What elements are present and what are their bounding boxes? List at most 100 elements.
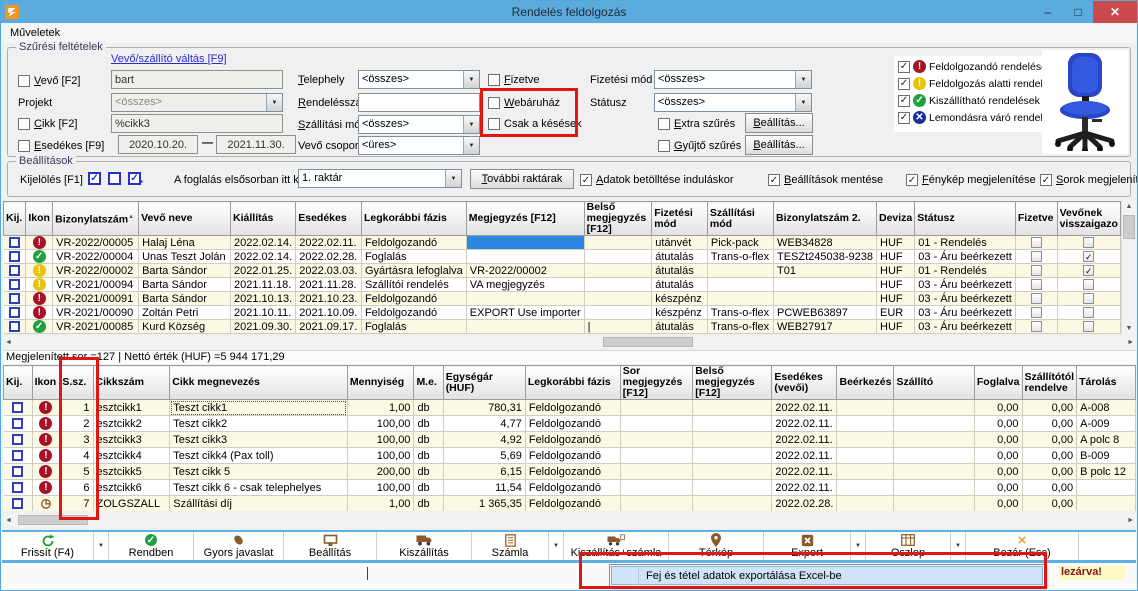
export-menu-item[interactable]: Fej és tétel adatok exportálása Excel-be bbox=[611, 566, 1043, 585]
settings-checkbox[interactable] bbox=[768, 174, 780, 186]
row-select-checkbox[interactable] bbox=[12, 450, 23, 461]
legend-checkbox[interactable] bbox=[898, 95, 910, 107]
select-none-checkbox[interactable] bbox=[108, 172, 121, 185]
select-all-checkbox[interactable]: ✓ bbox=[88, 172, 101, 185]
item-row[interactable]: !1esztcikk1Teszt cikk11,00db780,31Feldol… bbox=[4, 400, 1136, 416]
chevron-down-icon[interactable]: ▼ bbox=[463, 71, 479, 88]
chevron-down-icon[interactable]: ▼ bbox=[463, 137, 479, 154]
megjegyzes-cell[interactable] bbox=[466, 236, 584, 250]
megjegyzes-cell[interactable]: EXPORT Use importer bbox=[466, 306, 584, 320]
item-row[interactable]: !3esztcikk3Teszt cikk3100,00db4,92Feldol… bbox=[4, 432, 1136, 448]
toolbar-button-be-ll-t-s[interactable]: Beállítás bbox=[284, 532, 377, 560]
column-header[interactable]: Fizetve bbox=[1015, 202, 1057, 236]
item-row[interactable]: !6esztcikk6Teszt cikk 6 - csak telephely… bbox=[4, 480, 1136, 496]
row-select-checkbox[interactable] bbox=[12, 402, 23, 413]
toolbar-button-t-rk-p[interactable]: Térkép bbox=[669, 532, 764, 560]
belso-megjegyzes-cell[interactable] bbox=[693, 416, 772, 432]
column-header[interactable]: Esedékes bbox=[296, 202, 362, 236]
scrollbar-thumb[interactable] bbox=[603, 337, 693, 347]
settings-checkbox[interactable] bbox=[906, 174, 918, 186]
column-header[interactable]: Fizetési mód bbox=[652, 202, 708, 236]
column-header[interactable]: Szállítótól rendelve bbox=[1022, 366, 1077, 400]
megjegyzes-cell[interactable]: VR-2022/00002 bbox=[466, 264, 584, 278]
esedekes-checkbox[interactable] bbox=[18, 140, 30, 152]
scrollbar-thumb[interactable] bbox=[1123, 215, 1135, 239]
toolbar-button-gyors-javaslat[interactable]: Gyors javaslat bbox=[194, 532, 284, 560]
toolbar-button-bez-r-esc-[interactable]: ×Bezár (Esc) bbox=[966, 532, 1079, 560]
scroll-up-icon[interactable]: ▲ bbox=[1122, 203, 1136, 210]
sor-megjegyzes-cell[interactable] bbox=[620, 432, 692, 448]
row-select-checkbox[interactable] bbox=[9, 321, 20, 332]
chevron-down-icon[interactable]: ▼ bbox=[445, 170, 461, 187]
column-header[interactable]: Szállító bbox=[894, 366, 974, 400]
row-select-checkbox[interactable] bbox=[12, 418, 23, 429]
megjegyzes-cell[interactable] bbox=[466, 292, 584, 306]
column-header[interactable]: Státusz bbox=[915, 202, 1016, 236]
megnevezes-cell[interactable]: Teszt cikk 6 - csak telephelyes bbox=[170, 480, 348, 496]
column-header[interactable]: Ikon bbox=[26, 202, 53, 236]
settings-checkbox[interactable] bbox=[1040, 174, 1052, 186]
vevo-checkbox[interactable] bbox=[18, 75, 30, 87]
settings-checkbox[interactable] bbox=[580, 174, 592, 186]
minimize-button[interactable]: – bbox=[1033, 1, 1063, 23]
fizetesi-mod-dropdown[interactable]: <összes> ▼ bbox=[654, 70, 812, 89]
chevron-down-icon[interactable]: ▼ bbox=[795, 71, 811, 88]
belso-megjegyzes-cell[interactable] bbox=[584, 236, 652, 250]
item-row[interactable]: ◷7ZOLGSZALLSzállítási díj1,00db1 365,35F… bbox=[4, 496, 1136, 512]
row-select-checkbox[interactable] bbox=[9, 265, 20, 276]
close-button[interactable]: ✕ bbox=[1093, 1, 1137, 23]
legend-checkbox[interactable] bbox=[898, 78, 910, 90]
column-header[interactable]: Bizonylatszám 2. bbox=[773, 202, 876, 236]
column-header[interactable]: Kij. bbox=[4, 366, 33, 400]
chevron-down-icon[interactable]: ▼ bbox=[266, 94, 282, 111]
row-select-checkbox[interactable] bbox=[12, 466, 23, 477]
item-row[interactable]: !2esztcikk2Teszt cikk2100,00db4,77Feldol… bbox=[4, 416, 1136, 432]
order-row[interactable]: !VR-2022/00002Barta Sándor2022.01.25.202… bbox=[4, 264, 1121, 278]
column-header[interactable]: Belső megjegyzés [F12] bbox=[693, 366, 772, 400]
cikk-checkbox[interactable] bbox=[18, 118, 30, 130]
fizetve-checkbox[interactable] bbox=[1031, 251, 1042, 262]
items-horizontal-scrollbar[interactable]: ◄ ► bbox=[3, 514, 1136, 527]
esedekes-from-input[interactable] bbox=[118, 135, 198, 154]
belso-megjegyzes-cell[interactable] bbox=[584, 250, 652, 264]
visszaigazolva-checkbox[interactable] bbox=[1083, 237, 1094, 248]
gyujto-szures-settings-button[interactable]: Beállítás... bbox=[745, 135, 813, 155]
row-select-checkbox[interactable] bbox=[12, 434, 23, 445]
megnevezes-cell[interactable]: Teszt cikk2 bbox=[170, 416, 348, 432]
column-header[interactable]: Foglalva bbox=[974, 366, 1022, 400]
column-header[interactable]: Legkorábbi fázis bbox=[525, 366, 620, 400]
csak-kesesek-checkbox[interactable] bbox=[488, 118, 500, 130]
column-header[interactable]: Bizonylatszám▲ bbox=[53, 202, 139, 236]
toolbar-button-kisz-ll-t-s[interactable]: Kiszállítás bbox=[377, 532, 472, 560]
projekt-dropdown[interactable]: <összes> ▼ bbox=[111, 93, 283, 112]
column-header[interactable]: Kij. bbox=[4, 202, 26, 236]
belso-megjegyzes-cell[interactable] bbox=[693, 400, 772, 416]
column-header[interactable]: Beérkezés bbox=[837, 366, 894, 400]
belso-megjegyzes-cell[interactable] bbox=[693, 464, 772, 480]
megnevezes-cell[interactable]: Teszt cikk3 bbox=[170, 432, 348, 448]
telephely-dropdown[interactable]: <összes> ▼ bbox=[358, 70, 480, 89]
column-header[interactable]: Vevő neve bbox=[139, 202, 231, 236]
cikk-input[interactable] bbox=[111, 114, 283, 133]
megnevezes-cell[interactable]: Teszt cikk 5 bbox=[170, 464, 348, 480]
toolbar-button-rendben[interactable]: ✓Rendben bbox=[109, 532, 194, 560]
chevron-down-icon[interactable]: ▼ bbox=[463, 116, 479, 133]
order-row[interactable]: ✓VR-2021/00085Kurd Község2021.09.30.2021… bbox=[4, 320, 1121, 334]
fizetve-checkbox[interactable] bbox=[488, 74, 500, 86]
megjegyzes-cell[interactable]: VA megjegyzés bbox=[466, 278, 584, 292]
belso-megjegyzes-cell[interactable] bbox=[693, 432, 772, 448]
column-header[interactable]: Vevőnek visszaigazo bbox=[1057, 202, 1120, 236]
column-header[interactable]: Mennyiség bbox=[347, 366, 414, 400]
orders-horizontal-scrollbar[interactable]: ◄ ► bbox=[3, 336, 1136, 349]
megnevezes-cell[interactable]: Teszt cikk4 (Pax toll) bbox=[170, 448, 348, 464]
webaruhaz-checkbox[interactable] bbox=[488, 97, 500, 109]
belso-megjegyzes-cell[interactable] bbox=[584, 278, 652, 292]
sor-megjegyzes-cell[interactable] bbox=[620, 400, 692, 416]
sor-megjegyzes-cell[interactable] bbox=[620, 416, 692, 432]
rendelesszam-input[interactable] bbox=[358, 93, 480, 112]
orders-vertical-scrollbar[interactable]: ▲ ▼ bbox=[1121, 201, 1136, 334]
row-select-checkbox[interactable] bbox=[9, 237, 20, 248]
column-header[interactable]: Szállítási mód bbox=[707, 202, 773, 236]
belso-megjegyzes-cell[interactable] bbox=[693, 496, 772, 512]
row-select-checkbox[interactable] bbox=[9, 279, 20, 290]
